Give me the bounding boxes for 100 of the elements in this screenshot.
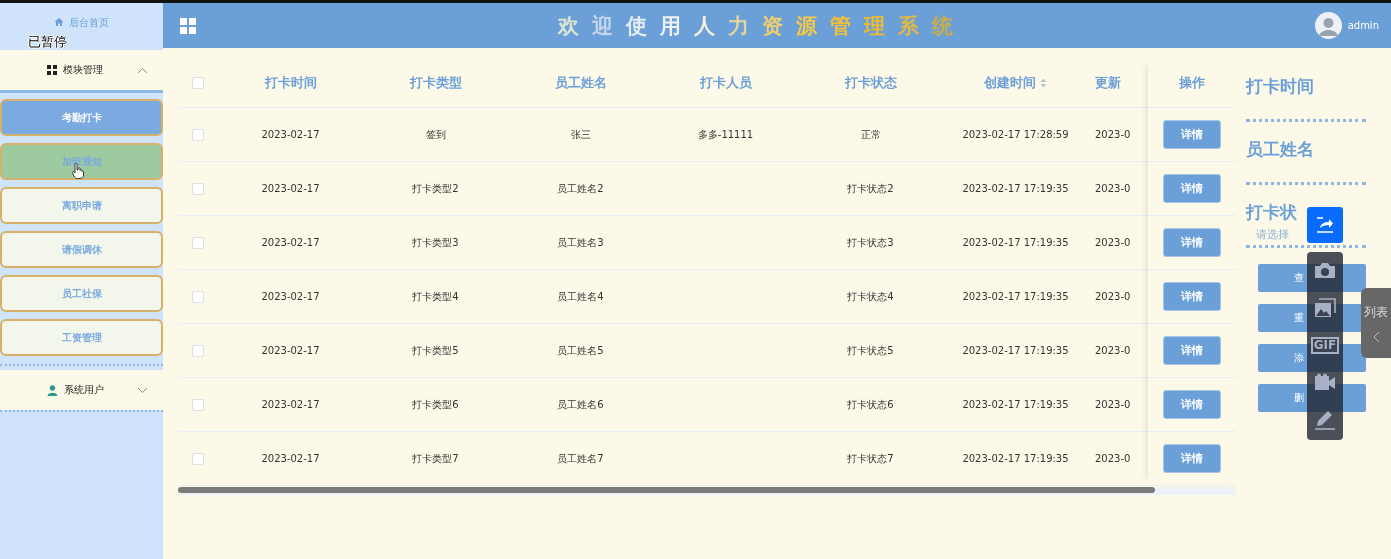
- menu-item[interactable]: 离职申请: [0, 187, 163, 224]
- table-cell: 2023-0: [1095, 183, 1131, 194]
- detail-button[interactable]: 详情: [1163, 282, 1221, 311]
- checkbox[interactable]: [192, 452, 204, 465]
- table-cell: 打卡状态6: [847, 397, 894, 412]
- table-cell: 2023-02-17: [261, 237, 320, 248]
- checkbox[interactable]: [192, 344, 204, 357]
- table-cell: 2023-02-17 17:28:59: [962, 129, 1069, 140]
- table-cell: 员工姓名7: [557, 451, 604, 466]
- detail-button[interactable]: 详情: [1163, 228, 1221, 257]
- table-cell: 员工姓名6: [557, 397, 604, 412]
- gif-button[interactable]: GIF: [1310, 336, 1340, 354]
- table-cell: 打卡状态2: [847, 181, 894, 196]
- menu-group[interactable]: 模块管理: [0, 50, 163, 93]
- checkbox[interactable]: [192, 182, 204, 195]
- table-cell: 2023-0: [1095, 237, 1131, 248]
- share-icon: [1315, 215, 1335, 235]
- table-cell: 正常: [860, 127, 881, 142]
- detail-button[interactable]: 详情: [1163, 336, 1221, 365]
- side-tab[interactable]: 列表: [1361, 288, 1391, 358]
- checkbox[interactable]: [192, 398, 204, 411]
- camera-icon[interactable]: [1314, 261, 1336, 279]
- column-header: 打卡类型: [409, 73, 462, 92]
- chevron-icon: [1372, 330, 1380, 343]
- menu-item[interactable]: 考勤打卡: [0, 99, 163, 136]
- table-cell: 2023-0: [1095, 399, 1131, 410]
- share-button[interactable]: [1307, 207, 1343, 243]
- table-cell: 打卡状态4: [847, 289, 894, 304]
- column-header: 打卡人员: [699, 73, 752, 92]
- chevron-icon: [137, 66, 148, 74]
- paused-label: 已暂停: [28, 34, 67, 50]
- table-cell: 多多-11111: [697, 127, 754, 142]
- grid-icon: [47, 65, 57, 75]
- table-cell: 2023-02-17 17:19:35: [962, 183, 1069, 194]
- table-cell: 打卡类型7: [412, 451, 459, 466]
- menu-group[interactable]: 系统用户: [0, 370, 163, 410]
- home-link[interactable]: 后台首页: [54, 16, 109, 30]
- table-cell: 打卡类型2: [412, 181, 459, 196]
- checkbox[interactable]: [192, 290, 204, 303]
- table-cell: 打卡类型3: [412, 235, 459, 250]
- table-cell: 打卡状态3: [847, 235, 894, 250]
- table-cell: 打卡类型5: [412, 343, 459, 358]
- table-cell: 2023-02-17 17:19:35: [962, 453, 1069, 464]
- table-cell: 2023-0: [1095, 453, 1131, 464]
- checkbox[interactable]: [192, 236, 204, 249]
- table-cell: 打卡状态7: [847, 451, 894, 466]
- table-cell: 员工姓名4: [557, 289, 604, 304]
- chevron-icon: [137, 386, 148, 394]
- table-cell: 打卡状态5: [847, 343, 894, 358]
- table-cell: 2023-02-17: [261, 183, 320, 194]
- menu-item[interactable]: 员工社保: [0, 275, 163, 312]
- pen-icon[interactable]: [1314, 410, 1336, 431]
- field-label: 打卡状: [1246, 201, 1298, 223]
- table-cell: 2023-0: [1095, 345, 1131, 356]
- detail-button[interactable]: 详情: [1163, 120, 1221, 149]
- table-cell: 2023-02-17: [261, 291, 320, 302]
- detail-button[interactable]: 详情: [1163, 444, 1221, 473]
- checkbox[interactable]: [192, 128, 204, 141]
- table-cell: 2023-02-17: [261, 345, 320, 356]
- field-label: 打卡时间: [1246, 75, 1315, 97]
- table-cell: 员工姓名3: [557, 235, 604, 250]
- table-cell: 2023-02-17: [261, 129, 320, 140]
- table-cell: 2023-02-17 17:19:35: [962, 345, 1069, 356]
- detail-button[interactable]: 详情: [1163, 174, 1221, 203]
- column-header: 操作: [1179, 73, 1205, 92]
- table-cell: 签到: [425, 127, 446, 142]
- table-cell: 2023-0: [1095, 129, 1131, 140]
- checkbox[interactable]: [192, 76, 204, 89]
- image-icon[interactable]: [1314, 297, 1336, 318]
- field-label: 员工姓名: [1246, 138, 1315, 160]
- column-header: 打卡状态: [844, 73, 897, 92]
- table-cell: 员工姓名5: [557, 343, 604, 358]
- home-icon: [54, 17, 64, 27]
- table-cell: 员工姓名2: [557, 181, 604, 196]
- table-cell: 打卡类型6: [412, 397, 459, 412]
- user-name[interactable]: admin: [1347, 20, 1379, 31]
- table-cell: 2023-02-17: [261, 453, 320, 464]
- grid-icon[interactable]: [180, 17, 196, 34]
- avatar-icon[interactable]: [1314, 12, 1342, 39]
- scrollbar-thumb[interactable]: [178, 487, 1155, 493]
- table-cell: 打卡类型4: [412, 289, 459, 304]
- detail-button[interactable]: 详情: [1163, 390, 1221, 419]
- table-cell: 2023-02-17 17:19:35: [962, 237, 1069, 248]
- menu-group-label: 模块管理: [63, 63, 104, 77]
- column-header: 打卡时间: [264, 73, 317, 92]
- table-cell: 2023-0: [1095, 291, 1131, 302]
- page-title: 欢 迎 使 用 人 力 资 源 管 理 系 统: [556, 12, 966, 40]
- user-icon: [47, 384, 58, 396]
- sort-icon[interactable]: [1040, 77, 1047, 88]
- side-tab-label: 列表: [1364, 303, 1388, 321]
- table-cell: 张三: [570, 127, 591, 142]
- column-header: 创建时间: [984, 73, 1036, 92]
- table-cell: 2023-02-17 17:19:35: [962, 291, 1069, 302]
- video-camera-icon[interactable]: [1314, 373, 1336, 392]
- menu-item[interactable]: 请假调休: [0, 231, 163, 268]
- menu-group-label: 系统用户: [64, 383, 105, 397]
- menu-item[interactable]: 工资管理: [0, 319, 163, 356]
- table-cell: 2023-02-17 17:19:35: [962, 399, 1069, 410]
- column-header: 更新: [1095, 73, 1121, 92]
- table-cell: 2023-02-17: [261, 399, 320, 410]
